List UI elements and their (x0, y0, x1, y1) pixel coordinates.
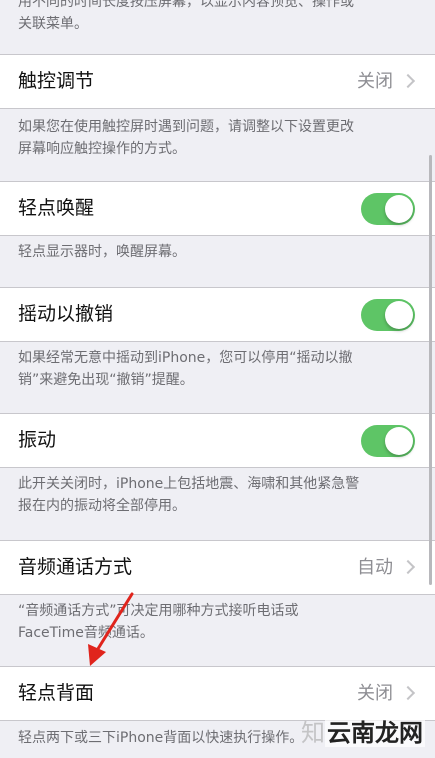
back-tap-label: 轻点背面 (18, 682, 95, 704)
arrow-shaft (94, 592, 134, 654)
vibration-row: 振动 (0, 413, 435, 468)
shake-to-undo-row: 摇动以撤销 (0, 287, 435, 342)
tap-to-wake-label: 轻点唤醒 (18, 197, 95, 219)
description-line: 关联菜单。 (18, 16, 88, 32)
shake-to-undo-description: 如果经常无意中摇动到iPhone，您可以停用“摇动以撤 销”来避免出现“撤销”提… (18, 347, 419, 391)
description-line: 如果您在使用触控屏时遇到问题，请调整以下设置更改 (18, 119, 354, 135)
call-audio-routing-value: 自动 (357, 557, 393, 578)
chevron-right-icon (400, 73, 416, 89)
touch-accommodations-label: 触控调节 (18, 70, 95, 92)
call-audio-routing-label: 音频通话方式 (18, 556, 133, 578)
vibration-toggle[interactable] (361, 425, 415, 457)
watermark-faint-text: 知 (301, 719, 325, 747)
touch-accommodations-description: 如果您在使用触控屏时遇到问题，请调整以下设置更改 屏幕响应触控操作的方式。 (18, 116, 419, 160)
description-line: 销”来避免出现“撤销”提醒。 (18, 372, 194, 388)
scroll-indicator[interactable] (429, 155, 432, 585)
chevron-right-icon (400, 559, 416, 575)
chevron-right-icon (400, 685, 416, 701)
call-audio-routing-row[interactable]: 音频通话方式 自动 (0, 540, 435, 595)
description-line: 用不同的时间长度按压屏幕，以显示内容预览、操作或 (18, 0, 354, 10)
toggle-knob (385, 301, 413, 329)
vibration-description: 此开关关闭时，iPhone上包括地震、海啸和其他紧急警 报在内的振动将全部停用。 (18, 473, 419, 517)
vibration-label: 振动 (18, 429, 57, 451)
description-line: 轻点显示器时，唤醒屏幕。 (18, 244, 186, 260)
description-line: 如果经常无意中摇动到iPhone，您可以停用“摇动以撤 (18, 350, 353, 366)
arrow-head (88, 644, 106, 666)
toggle-knob (385, 195, 413, 223)
shake-to-undo-toggle[interactable] (361, 299, 415, 331)
touch-accommodations-row[interactable]: 触控调节 关闭 (0, 54, 435, 109)
red-arrow-annotation (88, 592, 134, 666)
watermark-main-text: 云南龙网 (325, 718, 425, 747)
tap-to-wake-toggle[interactable] (361, 193, 415, 225)
description-line: 屏幕响应触控操作的方式。 (18, 141, 186, 157)
description-line: 报在内的振动将全部停用。 (18, 498, 186, 514)
tap-to-wake-description: 轻点显示器时，唤醒屏幕。 (18, 241, 419, 263)
toggle-knob (385, 427, 413, 455)
shake-to-undo-label: 摇动以撤销 (18, 303, 114, 325)
tap-to-wake-row: 轻点唤醒 (0, 181, 435, 236)
watermark: 知云南龙网 (301, 713, 425, 748)
touch-accommodations-value: 关闭 (357, 71, 393, 92)
description-line: 此开关关闭时，iPhone上包括地震、海啸和其他紧急警 (18, 476, 360, 492)
3d-touch-description: 用不同的时间长度按压屏幕，以显示内容预览、操作或 关联菜单。 (18, 0, 419, 35)
